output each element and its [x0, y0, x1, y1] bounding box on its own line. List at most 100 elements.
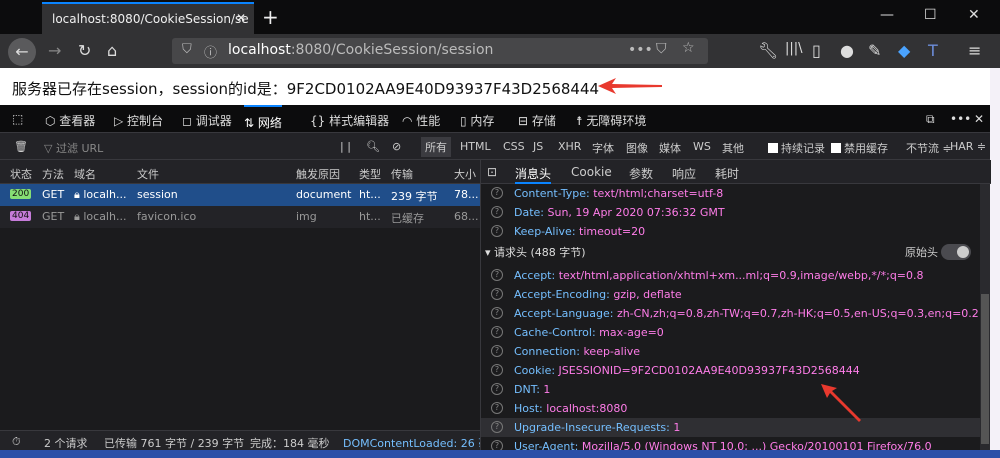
- type-filter-images[interactable]: 图像: [626, 140, 648, 156]
- throttle-select[interactable]: 不节流 ≑: [906, 140, 952, 156]
- col-type[interactable]: 类型: [359, 166, 381, 182]
- close-window-button[interactable]: ✕: [968, 7, 980, 23]
- tab-response[interactable]: 响应: [672, 165, 696, 182]
- help-icon[interactable]: ?: [491, 187, 503, 199]
- extension-icon[interactable]: ✎: [868, 41, 881, 60]
- raw-headers-toggle[interactable]: [941, 244, 971, 260]
- header-row[interactable]: ? Keep-Alive: timeout=20: [481, 222, 981, 241]
- close-devtools-icon[interactable]: ✕: [974, 112, 984, 126]
- col-transferred[interactable]: 传输: [391, 166, 413, 182]
- back-button[interactable]: ←: [8, 38, 36, 66]
- nav-toolbar: ← → ↻ ⌂ ⛉ ⓘ localhost:8080/CookieSession…: [0, 34, 1000, 68]
- help-icon[interactable]: ?: [491, 421, 503, 433]
- har-select[interactable]: HAR ≑: [950, 140, 986, 153]
- header-row[interactable]: ? Upgrade-Insecure-Requests: 1: [481, 418, 981, 437]
- header-row[interactable]: ? Accept-Encoding: gzip, deflate: [481, 285, 981, 304]
- search-icon[interactable]: 🔍︎: [366, 140, 380, 153]
- help-icon[interactable]: ?: [491, 225, 503, 237]
- dock-icon[interactable]: ⧉: [926, 112, 935, 127]
- extension-icon-2[interactable]: ◆: [898, 41, 910, 60]
- tool-accessibility[interactable]: ☨ 无障碍环境: [576, 112, 646, 129]
- element-picker-icon[interactable]: ⬚: [12, 112, 23, 126]
- type-filter-js[interactable]: JS: [533, 140, 543, 153]
- help-icon[interactable]: ?: [491, 288, 503, 300]
- tool-console[interactable]: ▷ 控制台: [114, 112, 163, 129]
- help-icon[interactable]: ?: [491, 269, 503, 281]
- new-tab-button[interactable]: +: [262, 5, 279, 29]
- type-filter-css[interactable]: CSS: [503, 140, 525, 153]
- tab-timings[interactable]: 耗时: [715, 165, 739, 182]
- help-icon[interactable]: ?: [491, 326, 503, 338]
- col-cause[interactable]: 触发原因: [296, 166, 340, 182]
- performance-icon[interactable]: ⏱: [12, 435, 21, 449]
- col-size[interactable]: 大小: [454, 166, 476, 182]
- type-filter-xhr[interactable]: XHR: [558, 140, 581, 153]
- header-row[interactable]: ? Host: localhost:8080: [481, 399, 981, 418]
- close-tab-icon[interactable]: ✕: [236, 11, 246, 25]
- header-row[interactable]: ? Accept: text/html,application/xhtml+xm.…: [481, 266, 981, 285]
- url-bar[interactable]: ⛉ ⓘ localhost:8080/CookieSession/session…: [172, 38, 708, 64]
- home-button[interactable]: ⌂: [107, 41, 117, 60]
- page-actions-icon[interactable]: •••: [628, 42, 653, 58]
- forward-button[interactable]: →: [48, 41, 61, 60]
- col-status[interactable]: 状态: [10, 166, 32, 182]
- info-icon[interactable]: ⓘ: [204, 42, 217, 61]
- extension-icon-3[interactable]: T: [928, 41, 938, 60]
- sidebar-icon[interactable]: ▯: [812, 41, 821, 60]
- minimize-button[interactable]: —: [880, 7, 894, 23]
- header-row[interactable]: ? Connection: keep-alive: [481, 342, 981, 361]
- help-icon[interactable]: ?: [491, 345, 503, 357]
- tool-style-editor[interactable]: {} 样式编辑器: [310, 112, 389, 129]
- col-domain[interactable]: 域名: [74, 166, 96, 182]
- wrench-icon[interactable]: 🔧︎: [758, 41, 778, 60]
- block-icon[interactable]: ⊘: [392, 140, 401, 153]
- type-filter-media[interactable]: 媒体: [659, 140, 681, 156]
- toggle-panel-icon[interactable]: ⊡: [487, 165, 497, 179]
- account-icon[interactable]: ●: [840, 41, 854, 60]
- request-headers-section[interactable]: ▾ 请求头 (488 字节): [485, 244, 586, 260]
- type-filter-html[interactable]: HTML: [460, 140, 491, 153]
- pocket-icon[interactable]: ⛉: [656, 41, 667, 57]
- help-icon[interactable]: ?: [491, 206, 503, 218]
- filter-url-input[interactable]: ▽ 过滤 URL: [44, 140, 103, 156]
- trash-icon[interactable]: 🗑︎: [14, 140, 28, 153]
- tab-params[interactable]: 参数: [629, 165, 653, 182]
- header-row[interactable]: ? Accept-Language: zh-CN,zh;q=0.8,zh-TW;q…: [481, 304, 981, 323]
- type-filter-fonts[interactable]: 字体: [592, 140, 614, 156]
- header-row[interactable]: ? DNT: 1: [481, 380, 981, 399]
- disable-cache-checkbox[interactable]: 禁用缓存: [831, 140, 888, 156]
- browser-tab[interactable]: localhost:8080/CookieSession/se ✕: [42, 2, 254, 34]
- tool-storage[interactable]: ⊟ 存储: [518, 112, 556, 129]
- more-icon[interactable]: •••: [950, 112, 971, 126]
- header-row[interactable]: ? Date: Sun, 19 Apr 2020 07:36:32 GMT: [481, 203, 981, 222]
- help-icon[interactable]: ?: [491, 364, 503, 376]
- header-row[interactable]: ? Content-Type: text/html;charset=utf-8: [481, 184, 981, 203]
- tool-memory[interactable]: ▯ 内存: [460, 112, 494, 129]
- help-icon[interactable]: ?: [491, 383, 503, 395]
- type-filter-all[interactable]: 所有: [421, 137, 451, 157]
- persist-logs-checkbox[interactable]: 持续记录: [768, 140, 825, 156]
- tab-headers[interactable]: 消息头: [515, 160, 552, 184]
- maximize-button[interactable]: ☐: [924, 7, 937, 23]
- table-row[interactable]: 404 GET 🔒︎ localh... favicon.ico img ht.…: [0, 206, 480, 228]
- help-icon[interactable]: ?: [491, 402, 503, 414]
- tool-inspector[interactable]: ⬡ 查看器: [45, 112, 95, 129]
- reload-button[interactable]: ↻: [78, 41, 91, 60]
- panel-scrollbar[interactable]: [980, 184, 990, 450]
- type-filter-other[interactable]: 其他: [722, 140, 744, 156]
- tool-performance[interactable]: ◠ 性能: [402, 112, 440, 129]
- library-icon[interactable]: |||\: [785, 41, 803, 56]
- col-method[interactable]: 方法: [42, 166, 64, 182]
- bookmark-star-icon[interactable]: ☆: [682, 40, 695, 56]
- table-row[interactable]: 200 GET 🔒︎ localh... session document ht…: [0, 184, 480, 206]
- tool-debugger[interactable]: ◻ 调试器: [182, 112, 232, 129]
- tool-network[interactable]: ⇅ 网络: [244, 105, 282, 133]
- menu-icon[interactable]: ≡: [968, 41, 981, 60]
- header-row[interactable]: ? Cache-Control: max-age=0: [481, 323, 981, 342]
- pause-icon[interactable]: | |: [340, 140, 351, 153]
- tab-cookie[interactable]: Cookie: [571, 165, 612, 179]
- type-filter-ws[interactable]: WS: [693, 140, 711, 153]
- col-file[interactable]: 文件: [137, 166, 159, 182]
- help-icon[interactable]: ?: [491, 307, 503, 319]
- header-row[interactable]: ? Cookie: JSESSIONID=9F2CD0102AA9E40D9393…: [481, 361, 981, 380]
